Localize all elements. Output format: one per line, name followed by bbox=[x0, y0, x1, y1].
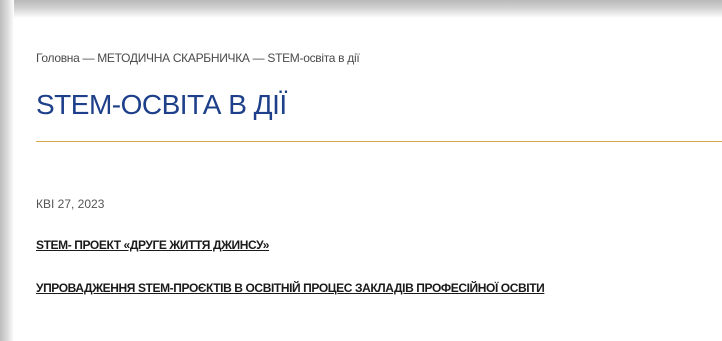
breadcrumb-section-link[interactable]: МЕТОДИЧНА СКАРБНИЧКА bbox=[97, 51, 250, 65]
page-title: STEM-ОСВІТА В ДІЇ bbox=[36, 89, 287, 120]
post-date: КВІ 27, 2023 bbox=[36, 197, 105, 211]
breadcrumb-home-link[interactable]: Головна bbox=[36, 51, 80, 65]
screenshot-shadow-left bbox=[0, 0, 14, 341]
breadcrumb: Головна — МЕТОДИЧНА СКАРБНИЧКА — STEM-освіта… bbox=[36, 51, 360, 65]
post-link-stem-implementation[interactable]: УПРОВАДЖЕННЯ STEM-ПРОЄКТІВ В ОСВІТНІЙ ПР… bbox=[36, 281, 545, 295]
main-content: Головна — МЕТОДИЧНА СКАРБНИЧКА — STEM-освіта… bbox=[36, 0, 722, 341]
breadcrumb-separator: — bbox=[252, 51, 265, 65]
title-divider bbox=[36, 141, 722, 142]
breadcrumb-current: STEM-освіта в дії bbox=[267, 51, 360, 65]
page-frame: Головна — МЕТОДИЧНА СКАРБНИЧКА — STEM-освіта… bbox=[0, 0, 722, 341]
post-link-jeans-project[interactable]: STEM- ПРОЕКТ «ДРУГЕ ЖИТТЯ ДЖИНСУ» bbox=[36, 238, 269, 252]
breadcrumb-separator: — bbox=[82, 51, 95, 65]
